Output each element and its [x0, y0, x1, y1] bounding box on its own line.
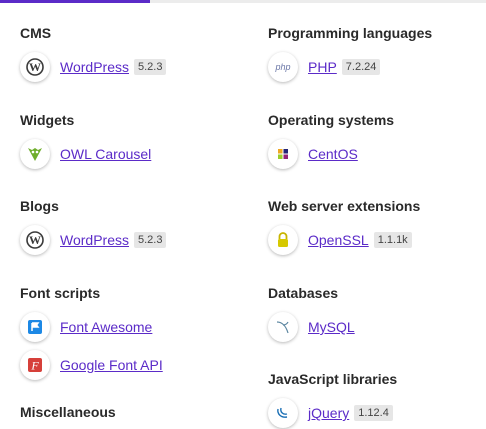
category-title-miscellaneous: Miscellaneous: [20, 404, 116, 420]
svg-text:W: W: [29, 233, 41, 247]
tech-item-owl-carousel[interactable]: OWL Carousel: [20, 138, 151, 170]
tech-link[interactable]: OpenSSL: [308, 232, 369, 248]
category-title-web-server-extensions: Web server extensions: [268, 198, 421, 214]
tech-item-openssl[interactable]: OpenSSL 1.1.1k: [268, 224, 412, 256]
version-badge: 5.2.3: [133, 232, 167, 248]
google-font-api-icon: F: [20, 350, 50, 380]
tech-link[interactable]: OWL Carousel: [60, 146, 151, 162]
category-title-font-scripts: Font scripts: [20, 285, 101, 301]
svg-text:W: W: [29, 60, 41, 74]
version-badge: 5.2.3: [133, 59, 167, 75]
tech-link[interactable]: Google Font API: [60, 357, 163, 373]
tech-item-jquery[interactable]: jQuery 1.12.4: [268, 397, 393, 429]
svg-text:php: php: [274, 62, 290, 72]
tech-item-centos[interactable]: CentOS: [268, 138, 358, 170]
category-title-operating-systems: Operating systems: [268, 112, 395, 128]
centos-icon: [268, 139, 298, 169]
category-title-programming-languages: Programming languages: [268, 25, 433, 41]
tech-item-wordpress-blog[interactable]: W WordPress 5.2.3: [20, 224, 167, 256]
tech-item-font-awesome[interactable]: Font Awesome: [20, 311, 152, 343]
version-badge: 7.2.24: [341, 59, 381, 75]
svg-text:F: F: [30, 359, 39, 373]
tab-indicator-bar: [0, 0, 486, 3]
tech-link[interactable]: CentOS: [308, 146, 358, 162]
tech-link[interactable]: MySQL: [308, 319, 355, 335]
tech-link[interactable]: jQuery: [308, 405, 349, 421]
php-icon: php: [268, 52, 298, 82]
openssl-icon: [268, 225, 298, 255]
tech-link[interactable]: Font Awesome: [60, 319, 152, 335]
owl-carousel-icon: [20, 139, 50, 169]
category-title-databases: Databases: [268, 285, 339, 301]
font-awesome-icon: [20, 312, 50, 342]
wordpress-icon: W: [20, 225, 50, 255]
category-title-blogs: Blogs: [20, 198, 59, 214]
version-badge: 1.12.4: [354, 405, 393, 421]
version-badge: 1.1.1k: [373, 232, 412, 248]
tech-link[interactable]: PHP: [308, 59, 337, 75]
category-title-widgets: Widgets: [20, 112, 75, 128]
tech-item-wordpress[interactable]: W WordPress 5.2.3: [20, 51, 167, 83]
category-title-javascript-libraries: JavaScript libraries: [268, 371, 398, 387]
category-title-cms: CMS: [20, 25, 52, 41]
mysql-icon: [268, 312, 298, 342]
tech-item-php[interactable]: php PHP 7.2.24: [268, 51, 381, 83]
wordpress-icon: W: [20, 52, 50, 82]
tech-item-mysql[interactable]: MySQL: [268, 311, 355, 343]
jquery-icon: [268, 398, 298, 428]
tech-link[interactable]: WordPress: [60, 59, 129, 75]
tech-link[interactable]: WordPress: [60, 232, 129, 248]
active-tab-indicator: [0, 0, 150, 3]
tech-item-google-font-api[interactable]: F Google Font API: [20, 349, 163, 381]
